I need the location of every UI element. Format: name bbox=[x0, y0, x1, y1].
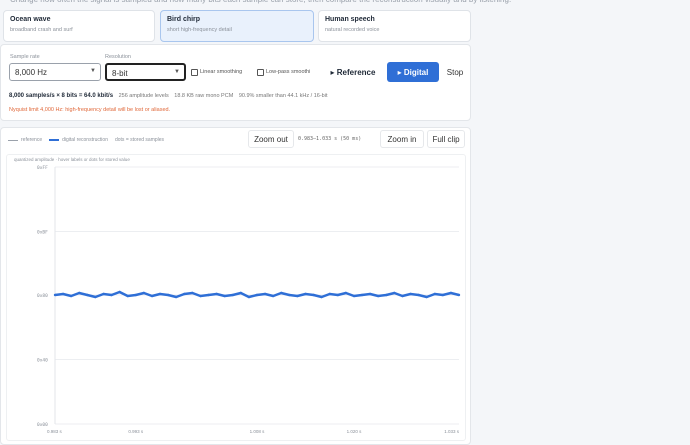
sample-dot bbox=[247, 295, 251, 299]
sample-dot bbox=[336, 293, 339, 297]
sample-dot bbox=[94, 295, 97, 299]
sample-dot bbox=[288, 293, 291, 297]
sample-dot bbox=[352, 294, 356, 298]
sample-dot bbox=[78, 291, 81, 295]
sample-dot bbox=[344, 291, 348, 295]
sample-dot bbox=[360, 293, 364, 297]
x-tick-label: 1.008 s bbox=[250, 429, 266, 434]
sample-dot bbox=[457, 293, 461, 297]
sample-dot bbox=[223, 294, 226, 298]
sample-dot bbox=[385, 293, 388, 297]
sample-dot bbox=[425, 295, 428, 299]
sample-dot bbox=[296, 294, 299, 298]
x-tick-label: 0.993 s bbox=[128, 429, 144, 434]
sample-dot bbox=[134, 293, 137, 297]
sample-dot bbox=[263, 292, 267, 296]
y-tick-label: 0x40 bbox=[37, 357, 48, 363]
y-tick-label: 0x00 bbox=[37, 422, 48, 428]
sample-dot bbox=[61, 292, 65, 296]
sample-dot bbox=[304, 292, 307, 296]
sample-dot bbox=[377, 294, 380, 298]
sample-dot bbox=[199, 294, 202, 298]
x-tick-label: 1.020 s bbox=[347, 429, 363, 434]
waveform-chart: 0x00 0x40 0x80 0xBF 0xFF 0.983 s 0.993 s 1.008 … bbox=[37, 165, 461, 434]
sample-dot bbox=[183, 292, 186, 296]
sample-dot bbox=[401, 294, 404, 298]
sample-dot bbox=[255, 293, 259, 297]
sample-dot bbox=[158, 292, 162, 296]
sample-dot bbox=[409, 292, 412, 296]
y-tick-label: 0xBF bbox=[37, 230, 48, 236]
sample-dot bbox=[393, 291, 396, 295]
sample-dot bbox=[102, 292, 105, 296]
sample-dot bbox=[239, 291, 243, 295]
sample-dot bbox=[118, 290, 121, 294]
sample-dot bbox=[417, 293, 420, 297]
sample-dot bbox=[69, 294, 73, 298]
x-tick-label: 0.983 s bbox=[47, 429, 63, 434]
sample-dot bbox=[441, 293, 445, 297]
sample-dot bbox=[320, 295, 323, 299]
sample-dot bbox=[433, 292, 436, 296]
sample-dot bbox=[312, 293, 315, 297]
sample-dot bbox=[231, 293, 234, 297]
sample-dot bbox=[175, 295, 178, 299]
y-tick-label: 0x80 bbox=[37, 293, 48, 299]
sample-dot bbox=[207, 293, 210, 297]
sample-dot bbox=[150, 294, 154, 298]
x-tick-label: 1.033 s bbox=[444, 429, 460, 434]
y-tick-label: 0xFF bbox=[37, 165, 48, 171]
sample-dot bbox=[166, 293, 170, 297]
sample-dot bbox=[110, 293, 113, 297]
sample-dot bbox=[215, 292, 218, 296]
sample-dot bbox=[126, 294, 129, 298]
sample-dot bbox=[449, 291, 453, 295]
sample-dot bbox=[142, 291, 146, 295]
sample-dot bbox=[53, 293, 57, 297]
sample-dot bbox=[368, 292, 372, 296]
sample-dot bbox=[191, 291, 194, 295]
sample-dot bbox=[271, 294, 275, 298]
sample-dot bbox=[328, 292, 331, 296]
sample-dot bbox=[280, 291, 283, 295]
sample-dot bbox=[86, 293, 89, 297]
